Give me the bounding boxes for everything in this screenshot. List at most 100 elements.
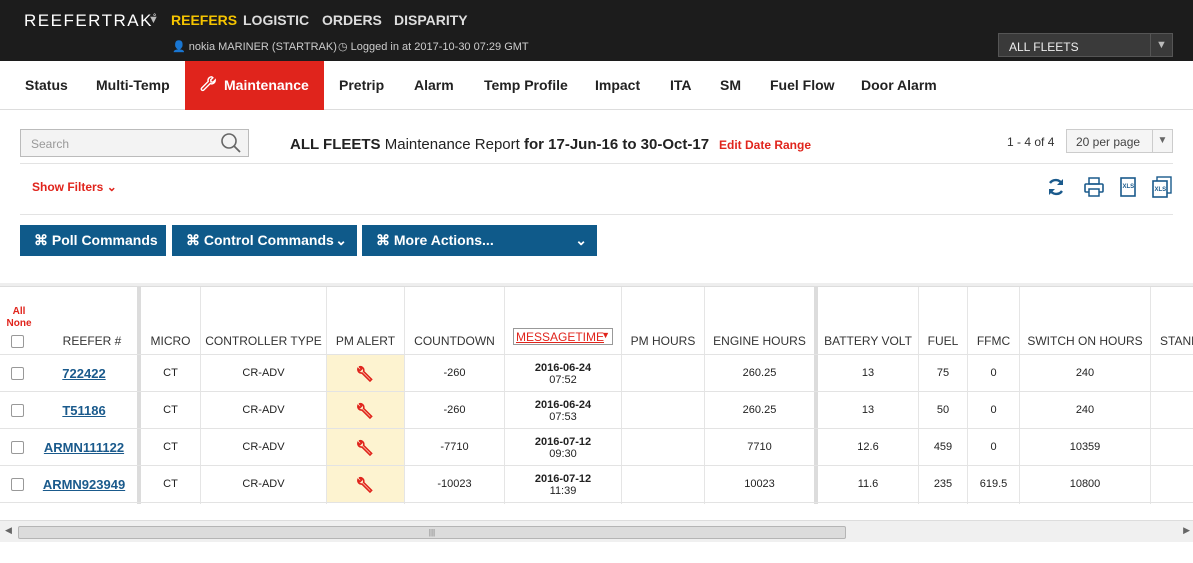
export-xls-icon[interactable]: XLS [1117, 176, 1139, 198]
tab-door-alarm[interactable]: Door Alarm [861, 61, 937, 110]
fleet-select[interactable]: ALL FLEETS ▼ [998, 33, 1173, 57]
column-header-engine-hours[interactable]: ENGINE HOURS [705, 334, 814, 348]
column-header-messagetime-select[interactable]: MESSAGETIME ▼ [513, 328, 613, 345]
column-header-stand[interactable]: STAND [1160, 334, 1193, 348]
login-info: ◷ Logged in at 2017-10-30 07:29 GMT [338, 41, 529, 53]
tab-fuel-flow[interactable]: Fuel Flow [770, 61, 835, 110]
print-icon[interactable] [1083, 176, 1105, 198]
tab-pretrip[interactable]: Pretrip [339, 61, 384, 110]
column-divider [967, 287, 968, 504]
row-divider [0, 502, 1193, 503]
row-checkbox[interactable] [11, 478, 24, 491]
column-header-controller-type[interactable]: CONTROLLER TYPE [201, 334, 326, 348]
column-header-battery-volt[interactable]: BATTERY VOLT [818, 334, 918, 348]
row-divider [0, 465, 1193, 466]
engine-hours-cell: 260.25 [742, 404, 777, 416]
select-all-checkbox[interactable] [11, 335, 24, 348]
column-header-countdown[interactable]: COUNTDOWN [405, 334, 504, 348]
horizontal-scrollbar[interactable]: ◀ ||| ▶ [0, 520, 1193, 542]
column-header-micro[interactable]: MICRO [141, 334, 200, 348]
tab-ita[interactable]: ITA [670, 61, 692, 110]
refresh-icon[interactable] [1045, 176, 1067, 198]
row-divider [0, 391, 1193, 392]
chevron-down-icon: ⌄ [575, 232, 587, 248]
chevron-down-icon: ⌄ [335, 232, 347, 248]
scroll-right-icon[interactable]: ▶ [1183, 525, 1190, 536]
nav-reefers[interactable]: REEFERS [171, 12, 237, 28]
wrench-icon [357, 365, 373, 383]
report-tabs: Status Multi-Temp Maintenance Pretrip Al… [0, 61, 1193, 110]
column-divider [1019, 287, 1020, 504]
nav-logistic[interactable]: LOGISTIC [243, 12, 309, 28]
row-checkbox[interactable] [11, 404, 24, 417]
column-divider [814, 287, 818, 504]
show-filters-toggle[interactable]: Show Filters ⌄ [32, 180, 117, 194]
column-header-pm-alert[interactable]: PM ALERT [327, 334, 404, 348]
scroll-left-icon[interactable]: ◀ [5, 525, 12, 536]
wrench-icon [357, 402, 373, 420]
column-header-ffmc[interactable]: FFMC [968, 334, 1019, 348]
control-commands-button[interactable]: ⌘ Control Commands ⌄ [172, 225, 357, 256]
column-divider [504, 287, 505, 504]
tab-alarm[interactable]: Alarm [414, 61, 454, 110]
nav-orders[interactable]: ORDERS [322, 12, 382, 28]
ffmc-cell: 0 [990, 404, 997, 416]
column-header-switch-on-hours[interactable]: SWITCH ON HOURS [1020, 334, 1150, 348]
ffmc-cell: 619.5 [979, 478, 1008, 490]
column-divider [1150, 287, 1151, 504]
countdown-cell: -10023 [437, 478, 472, 490]
countdown-cell: -260 [443, 367, 466, 379]
brand-logo[interactable]: REEFERTRAK° [24, 11, 158, 31]
clock-icon: ◷ [338, 41, 348, 53]
nav-disparity[interactable]: DISPARITY [394, 12, 468, 28]
switch-on-cell: 10359 [1069, 441, 1101, 453]
search-input[interactable]: Search [20, 129, 249, 157]
divider [20, 163, 1173, 164]
column-divider [621, 287, 622, 504]
tab-impact[interactable]: Impact [595, 61, 640, 110]
countdown-cell: -260 [443, 404, 466, 416]
reefer-link[interactable]: 722422 [48, 366, 120, 381]
reefer-link[interactable]: ARMN111122 [38, 440, 130, 455]
wrench-icon [200, 76, 216, 92]
reefer-link[interactable]: T51186 [48, 403, 120, 418]
ffmc-cell: 0 [990, 367, 997, 379]
per-page-select[interactable]: 20 per page ▼ [1066, 129, 1173, 153]
fuel-cell: 235 [933, 478, 953, 490]
micro-cell: CT [163, 404, 178, 416]
battery-cell: 13 [861, 404, 875, 416]
scrollbar-thumb[interactable]: ||| [18, 526, 846, 539]
chevron-down-icon: ▼ [601, 330, 610, 340]
export-xls-all-icon[interactable]: XLS [1151, 176, 1173, 198]
tab-maintenance[interactable]: Maintenance [185, 61, 324, 110]
chevron-down-icon: ⌄ [106, 180, 117, 194]
tab-multi-temp[interactable]: Multi-Temp [96, 61, 170, 110]
tab-sm[interactable]: SM [720, 61, 741, 110]
search-icon[interactable] [220, 132, 242, 154]
switch-on-cell: 240 [1075, 404, 1095, 416]
column-header-reefer[interactable]: REEFER # [48, 334, 136, 348]
column-header-fuel[interactable]: FUEL [919, 334, 967, 348]
reefer-link[interactable]: ARMN923949 [38, 477, 130, 492]
controller-cell: CR-ADV [242, 404, 285, 416]
row-checkbox[interactable] [11, 367, 24, 380]
chevron-down-icon[interactable]: ▼ [148, 14, 159, 26]
micro-cell: CT [163, 478, 178, 490]
user-icon: 👤 [172, 41, 186, 53]
more-actions-button[interactable]: ⌘ More Actions... ⌄ [362, 225, 597, 256]
messagetime-cell: 2016-07-12 11:39 [534, 473, 592, 497]
messagetime-cell: 2016-07-12 09:30 [534, 436, 592, 460]
tab-temp-profile[interactable]: Temp Profile [484, 61, 568, 110]
poll-commands-button[interactable]: ⌘ Poll Commands [20, 225, 166, 256]
select-all-none[interactable]: All None [4, 306, 34, 330]
column-divider [200, 287, 201, 504]
messagetime-cell: 2016-06-24 07:52 [534, 362, 592, 386]
switch-on-cell: 240 [1075, 367, 1095, 379]
row-checkbox[interactable] [11, 441, 24, 454]
column-header-pm-hours[interactable]: PM HOURS [622, 334, 704, 348]
tab-status[interactable]: Status [25, 61, 68, 110]
engine-hours-cell: 260.25 [742, 367, 777, 379]
wrench-icon [357, 476, 373, 494]
edit-date-range-link[interactable]: Edit Date Range [719, 138, 811, 152]
chevron-down-icon: ▼ [1152, 130, 1172, 152]
